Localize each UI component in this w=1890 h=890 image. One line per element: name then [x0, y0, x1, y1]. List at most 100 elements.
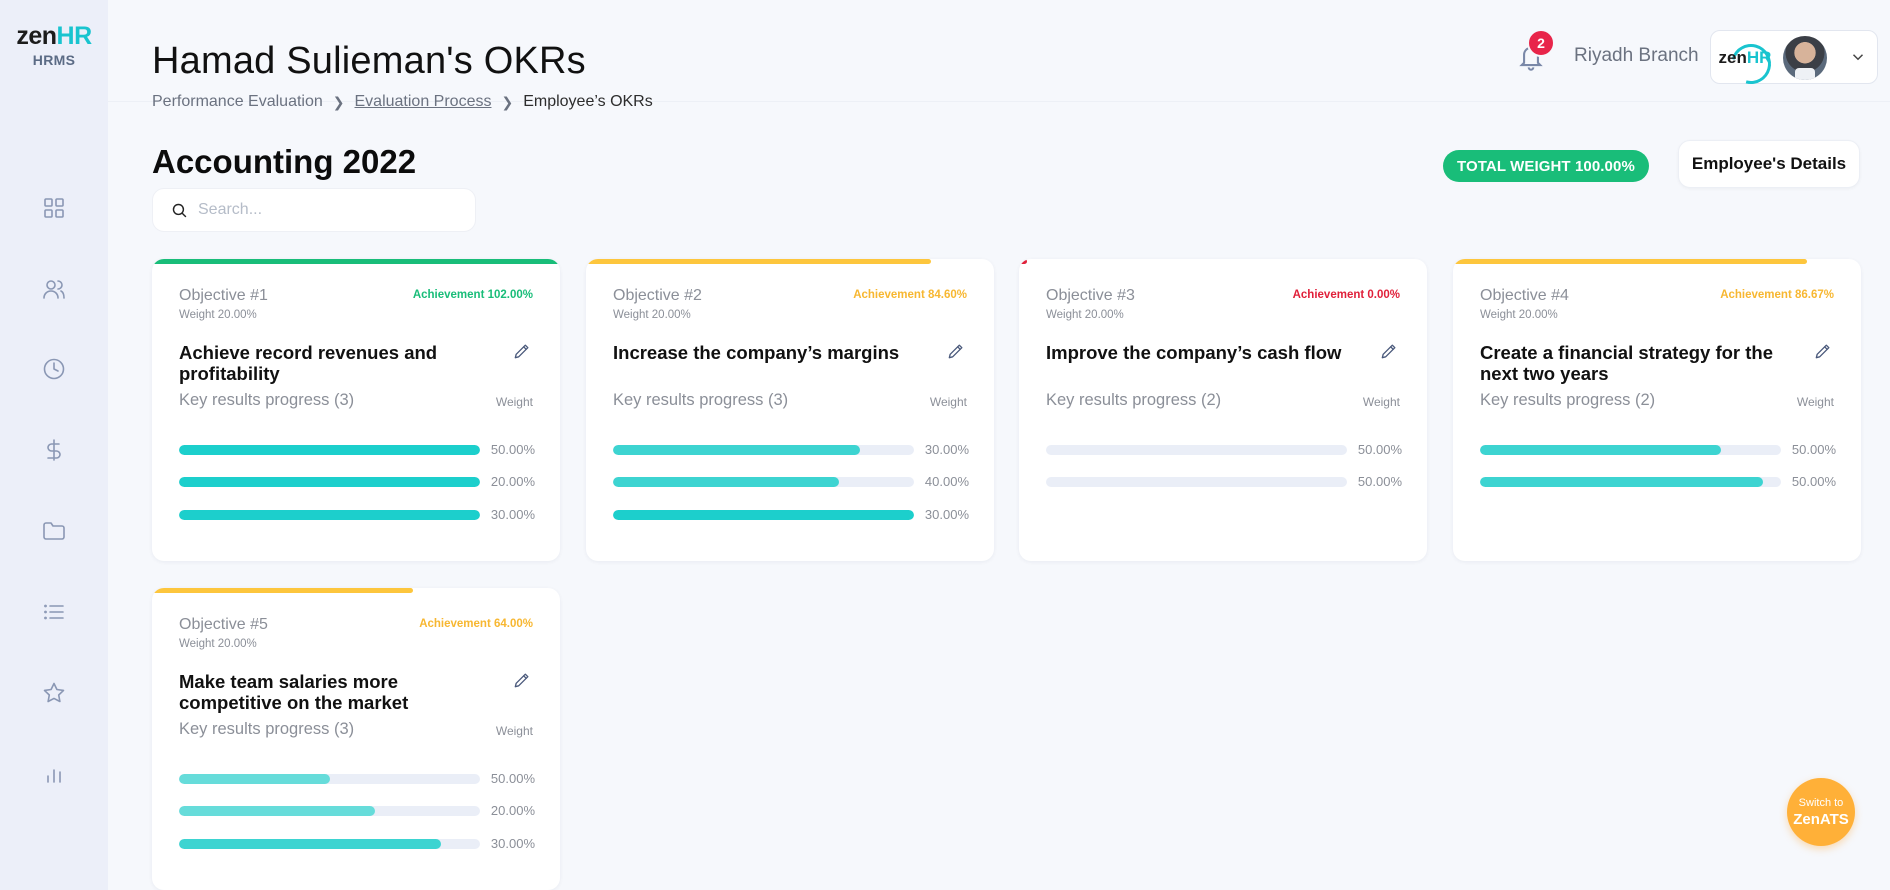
- search-input[interactable]: [198, 201, 448, 219]
- key-result-row: 50.00%: [1046, 442, 1402, 458]
- branch-name: Riyadh Branch: [1574, 45, 1699, 66]
- list-icon[interactable]: [39, 597, 69, 627]
- logo-zen-text: zen: [16, 22, 57, 50]
- objective-card[interactable]: Objective #1 Weight 20.00% Achievement 102…: [152, 259, 560, 561]
- key-result-progress-track: [1480, 477, 1781, 487]
- objective-card[interactable]: Objective #3 Weight 20.00% Achievement 0.0…: [1019, 259, 1427, 561]
- breadcrumb-evaluation-process[interactable]: Evaluation Process: [355, 93, 492, 111]
- key-result-progress-track: [179, 477, 480, 487]
- edit-icon[interactable]: [512, 670, 532, 690]
- star-icon[interactable]: [39, 678, 69, 708]
- company-logo: zen HR: [1718, 36, 1779, 92]
- key-result-row: 50.00%: [1480, 474, 1836, 490]
- switch-product-name: ZenATS: [1793, 810, 1849, 828]
- key-result-row: 30.00%: [179, 507, 535, 523]
- achievement-text: Achievement 64.00%: [419, 618, 533, 630]
- key-result-weight: 30.00%: [490, 507, 535, 522]
- breadcrumb-performance-evaluation[interactable]: Performance Evaluation: [152, 93, 323, 111]
- objective-card[interactable]: Objective #5 Weight 20.00% Achievement 64.…: [152, 588, 560, 890]
- key-result-weight: 30.00%: [924, 507, 969, 522]
- objective-card[interactable]: Objective #2 Weight 20.00% Achievement 84.…: [586, 259, 994, 561]
- achievement-text: Achievement 84.60%: [853, 289, 967, 301]
- dashboard-icon[interactable]: [39, 193, 69, 223]
- key-result-weight: 20.00%: [490, 803, 535, 818]
- sidebar: zenHR HRMS: [0, 0, 108, 890]
- company-logo-zen: zen: [1718, 48, 1747, 67]
- key-result-progress-fill: [179, 839, 441, 849]
- zenhr-logo[interactable]: zenHR HRMS: [0, 22, 108, 69]
- key-result-row: 20.00%: [179, 474, 535, 490]
- key-result-row: 30.00%: [613, 442, 969, 458]
- objective-weight: Weight 20.00%: [613, 309, 691, 321]
- folder-icon[interactable]: [39, 516, 69, 546]
- key-result-row: 50.00%: [179, 442, 535, 458]
- edit-icon[interactable]: [1813, 341, 1833, 361]
- switch-to-zenats-button[interactable]: Switch to ZenATS: [1787, 778, 1855, 846]
- key-result-progress-track: [613, 477, 914, 487]
- search-icon: [172, 203, 187, 217]
- objective-weight: Weight 20.00%: [1480, 309, 1558, 321]
- key-result-weight: 50.00%: [490, 442, 535, 457]
- key-result-progress-fill: [613, 477, 839, 487]
- achievement-bar: [152, 588, 414, 593]
- key-result-progress-fill: [179, 806, 375, 816]
- logo-hr-text: HR: [56, 22, 93, 50]
- edit-icon[interactable]: [1379, 341, 1399, 361]
- key-result-progress-fill: [613, 510, 914, 520]
- achievement-bar: [1019, 259, 1028, 264]
- key-result-weight: 50.00%: [1357, 442, 1402, 457]
- chevron-right-icon: ❯: [501, 93, 514, 110]
- objective-weight: Weight 20.00%: [1046, 309, 1124, 321]
- logo-subtitle: HRMS: [32, 52, 76, 68]
- key-result-row: 40.00%: [613, 474, 969, 490]
- clock-icon[interactable]: [39, 354, 69, 384]
- key-result-weight: 50.00%: [1791, 474, 1836, 489]
- bar-chart-icon[interactable]: [39, 759, 69, 789]
- key-result-progress-track: [179, 806, 480, 816]
- key-result-row: 50.00%: [179, 771, 535, 787]
- chevron-right-icon: ❯: [332, 93, 345, 110]
- key-results-label: Key results progress (3): [179, 391, 355, 409]
- objective-label: Objective #2: [613, 287, 702, 304]
- objective-card[interactable]: Objective #4 Weight 20.00% Achievement 86.…: [1453, 259, 1861, 561]
- company-logo-hr: HR: [1746, 48, 1772, 67]
- users-icon[interactable]: [39, 274, 69, 304]
- key-result-progress-track: [179, 445, 480, 455]
- key-result-progress-fill: [613, 445, 860, 455]
- key-result-row: 20.00%: [179, 803, 535, 819]
- search-box: [152, 188, 476, 232]
- employee-details-button[interactable]: Employee's Details: [1678, 140, 1860, 188]
- achievement-bar: [586, 259, 932, 264]
- switch-label: Switch to: [1798, 796, 1844, 809]
- edit-icon[interactable]: [512, 341, 532, 361]
- achievement-bar: [152, 259, 560, 264]
- key-result-progress-track: [1046, 477, 1347, 487]
- key-result-weight: 50.00%: [490, 771, 535, 786]
- key-result-row: 50.00%: [1046, 474, 1402, 490]
- key-result-progress-fill: [179, 445, 480, 455]
- key-result-row: 30.00%: [613, 507, 969, 523]
- key-result-weight: 40.00%: [924, 474, 969, 489]
- page-title: Hamad Sulieman's OKRs: [152, 40, 586, 82]
- objective-label: Objective #1: [179, 287, 268, 304]
- objective-weight: Weight 20.00%: [179, 309, 257, 321]
- weight-header: Weight: [495, 724, 533, 738]
- weight-header: Weight: [495, 395, 533, 409]
- objective-label: Objective #5: [179, 616, 268, 633]
- key-result-progress-track: [1046, 445, 1347, 455]
- key-result-progress-fill: [179, 774, 330, 784]
- weight-header: Weight: [929, 395, 967, 409]
- key-result-row: 30.00%: [179, 836, 535, 852]
- key-result-row: 50.00%: [1480, 442, 1836, 458]
- objective-title: Increase the company’s margins: [613, 342, 900, 363]
- profile-menu[interactable]: zen HR: [1710, 30, 1878, 92]
- dollar-icon[interactable]: [39, 435, 69, 465]
- key-result-weight: 50.00%: [1357, 474, 1402, 489]
- key-result-progress-track: [179, 839, 480, 849]
- notification-badge: 2: [1527, 29, 1555, 57]
- key-results-label: Key results progress (2): [1046, 391, 1222, 409]
- key-result-progress-fill: [1480, 445, 1721, 455]
- objective-title: Create a financial strategy for the next…: [1480, 342, 1774, 384]
- edit-icon[interactable]: [946, 341, 966, 361]
- weight-header: Weight: [1796, 395, 1834, 409]
